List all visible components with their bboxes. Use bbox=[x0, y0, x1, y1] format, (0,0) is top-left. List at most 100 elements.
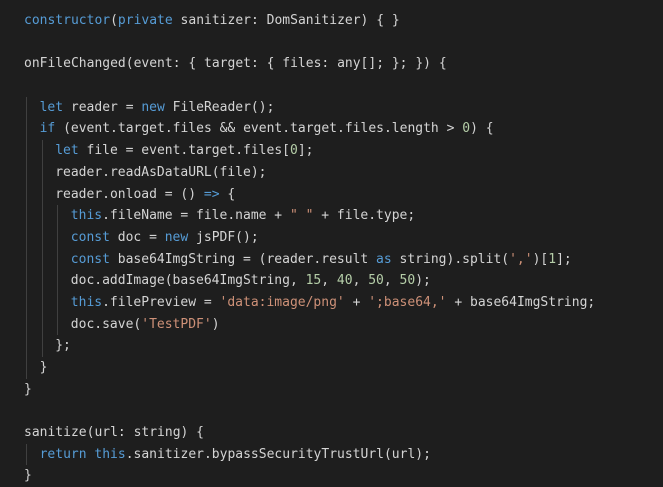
code-token: , bbox=[321, 273, 337, 289]
indent-guide bbox=[26, 161, 27, 184]
code-token: new bbox=[141, 99, 165, 115]
indent-guide bbox=[41, 183, 43, 206]
code-token: ) { bbox=[470, 121, 494, 137]
code-token: , bbox=[352, 273, 369, 289]
code-token: ]; bbox=[556, 251, 572, 267]
indent-guide bbox=[41, 205, 43, 227]
code-token: 1 bbox=[548, 251, 557, 267]
code-token: + base64ImgString; bbox=[446, 294, 596, 310]
code-token: file = event.target.files[ bbox=[78, 143, 290, 159]
code-line: this.filePreview = 'data:image/png' + ';… bbox=[0, 291, 663, 314]
code-token: doc = bbox=[109, 229, 165, 245]
code-token: let bbox=[39, 99, 64, 115]
code-line: const base64ImgString = (reader.result a… bbox=[0, 248, 663, 271]
indent-guide bbox=[41, 226, 43, 249]
code-line: if (event.target.files && event.target.f… bbox=[0, 118, 663, 141]
indent-guide bbox=[26, 205, 27, 227]
code-line: return this.sanitizer.bypassSecurityTrus… bbox=[0, 443, 663, 466]
code-token: 0 bbox=[462, 121, 471, 137]
indent-guide bbox=[57, 226, 59, 249]
code-line: sanitize(url: string) { bbox=[0, 422, 663, 444]
indent-guide bbox=[26, 140, 27, 162]
indent-guide bbox=[41, 335, 43, 357]
code-token: 'TestPDF' bbox=[141, 316, 212, 332]
code-token: this bbox=[94, 446, 126, 462]
code-token: , bbox=[383, 273, 400, 289]
indent-guide bbox=[41, 313, 43, 336]
indent-guide bbox=[57, 313, 59, 336]
indent-guide bbox=[26, 248, 27, 271]
indent-guide bbox=[57, 248, 59, 271]
indent-guide bbox=[26, 96, 27, 119]
code-line: } bbox=[0, 357, 663, 379]
code-token: }; bbox=[55, 338, 71, 354]
indent-guide bbox=[26, 183, 27, 206]
code-token: { bbox=[219, 186, 236, 202]
code-token: 50 bbox=[368, 273, 384, 289]
code-line: const doc = new jsPDF(); bbox=[0, 226, 663, 249]
code-token: reader.onload = () bbox=[55, 186, 204, 202]
code-token: let bbox=[55, 143, 79, 159]
code-token: 50 bbox=[399, 273, 416, 289]
code-line: } bbox=[0, 379, 663, 401]
code-token: return bbox=[39, 446, 87, 462]
code-line: doc.addImage(base64ImgString, 15, 40, 50… bbox=[0, 270, 663, 292]
code-token: (event.target.files && event.target.file… bbox=[55, 121, 463, 137]
code-token: const bbox=[70, 229, 110, 245]
code-token: doc.addImage(base64ImgString, bbox=[70, 273, 306, 289]
code-token: doc.save( bbox=[70, 316, 142, 332]
code-line: constructor(private sanitizer: DomSaniti… bbox=[0, 10, 663, 32]
code-editor[interactable]: constructor(private sanitizer: DomSaniti… bbox=[0, 0, 663, 483]
code-token: } bbox=[24, 381, 32, 397]
code-token: sanitize(url: string) { bbox=[24, 425, 205, 441]
code-token: sanitizer: DomSanitizer) { } bbox=[172, 13, 400, 28]
code-line: }; bbox=[0, 335, 663, 357]
indent-guide bbox=[26, 335, 27, 357]
code-line: } bbox=[0, 465, 663, 487]
code-line: let file = event.target.files[0]; bbox=[0, 140, 663, 162]
code-line: let reader = new FileReader(); bbox=[0, 96, 663, 119]
code-line: onFileChanged(event: { target: { files: … bbox=[0, 53, 663, 75]
code-token: + file.type; bbox=[313, 208, 416, 224]
indent-guide bbox=[26, 357, 27, 379]
indent-guide bbox=[57, 205, 59, 227]
indent-guide bbox=[26, 313, 27, 336]
code-token: as bbox=[376, 251, 392, 267]
code-token: reader.readAsDataURL(file); bbox=[55, 164, 267, 180]
code-token: const bbox=[70, 251, 110, 267]
code-token: constructor bbox=[24, 13, 111, 28]
indent-guide bbox=[26, 291, 27, 314]
code-token: new bbox=[164, 229, 189, 245]
code-token: } bbox=[39, 360, 48, 375]
code-token: .fileName = file.name + bbox=[102, 208, 290, 224]
code-token: this bbox=[70, 294, 103, 310]
indent-guide bbox=[41, 248, 43, 271]
code-token: .sanitizer.bypassSecurityTrustUrl(url); bbox=[125, 446, 431, 462]
indent-guide bbox=[26, 443, 27, 466]
code-token: + bbox=[344, 294, 369, 310]
code-token: " " bbox=[289, 208, 314, 224]
indent-guide bbox=[57, 270, 59, 292]
indent-guide bbox=[26, 118, 27, 141]
code-token: ',' bbox=[509, 251, 533, 267]
code-token: => bbox=[203, 186, 220, 202]
code-token: if bbox=[39, 121, 56, 137]
code-line: reader.readAsDataURL(file); bbox=[0, 161, 663, 184]
indent-guide bbox=[41, 291, 43, 314]
indent-guide bbox=[26, 270, 27, 292]
code-line: doc.save('TestPDF') bbox=[0, 313, 663, 336]
code-token: .filePreview = bbox=[102, 294, 220, 310]
code-line: reader.onload = () => { bbox=[0, 183, 663, 206]
code-token: onFileChanged(event: { target: { files: … bbox=[24, 56, 447, 72]
code-token: FileReader(); bbox=[164, 99, 275, 115]
indent-guide bbox=[41, 140, 43, 162]
code-token: ( bbox=[110, 13, 118, 28]
code-token: } bbox=[24, 468, 32, 484]
code-token: )[ bbox=[532, 251, 549, 267]
code-token: ';base64,' bbox=[368, 294, 447, 310]
indent-guide bbox=[57, 291, 59, 314]
code-token: ) bbox=[211, 316, 220, 332]
